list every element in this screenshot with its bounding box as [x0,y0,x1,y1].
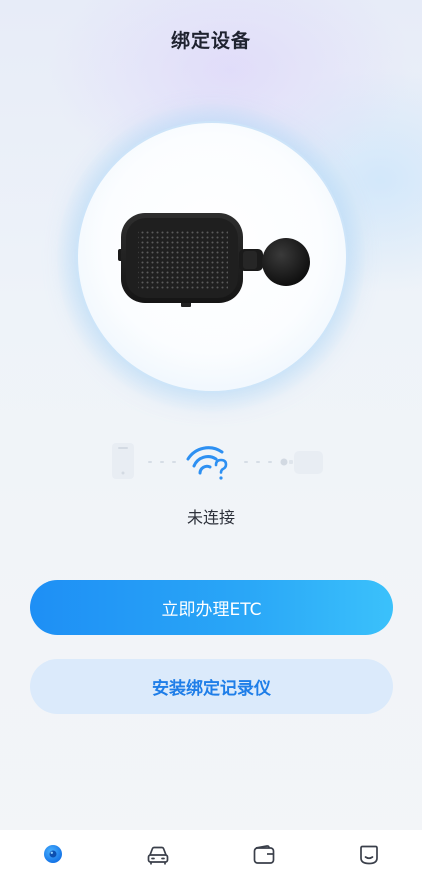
dashcam-mini-icon [280,451,323,474]
page-title: 绑定设备 [170,30,251,52]
dashed-link-right [244,461,272,463]
apply-etc-button[interactable]: 立即办理ETC [30,580,393,635]
bottom-tab-bar [0,830,422,870]
connection-status-text: 未连接 [186,508,235,527]
dashed-link-left [148,461,176,463]
wallet-icon [253,845,275,864]
dashcam-device-image [118,213,310,307]
camera-icon [43,845,62,863]
phone-icon [112,443,134,479]
tab-wallet[interactable] [211,830,317,870]
bind-device-screen: 绑定设备 未连接 立即办理ETC 安装绑定记录仪 [0,0,422,870]
car-icon [147,846,169,865]
install-bind-recorder-button[interactable]: 安装绑定记录仪 [30,659,393,714]
connection-status-diagram [112,443,323,480]
wifi-question-icon [186,446,228,480]
tab-camera[interactable] [0,830,106,870]
tab-car[interactable] [106,830,212,870]
profile-icon [360,845,379,865]
tab-profile[interactable] [317,830,422,870]
